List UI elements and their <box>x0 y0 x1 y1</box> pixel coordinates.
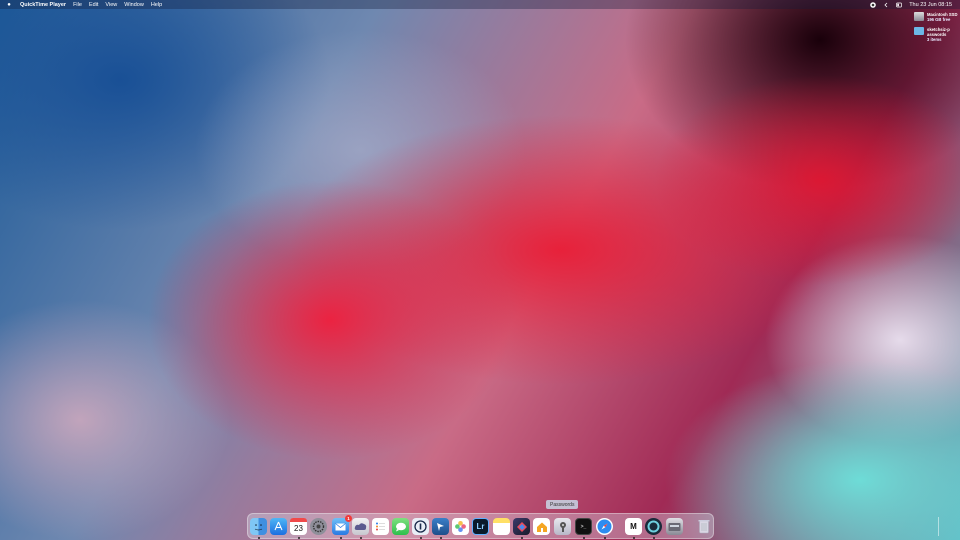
home-icon[interactable] <box>533 518 550 535</box>
gmail-label: M <box>630 522 637 531</box>
notes-icon[interactable] <box>493 518 510 535</box>
apple-logo-icon[interactable]: ● <box>6 2 12 8</box>
terminal-label: >_ <box>580 523 587 530</box>
trash-icon[interactable] <box>695 518 712 535</box>
running-indicator <box>420 537 422 539</box>
terminal-icon[interactable]: >_ <box>575 518 592 535</box>
finder-icon[interactable] <box>250 518 267 535</box>
desktop-disk[interactable]: Macintosh SSD 196 GB free <box>914 12 957 22</box>
disk-utility-icon[interactable] <box>666 518 683 535</box>
dropzone-icon[interactable] <box>513 518 530 535</box>
calendar-icon[interactable]: 23 <box>290 518 307 535</box>
1password-icon[interactable] <box>412 518 429 535</box>
reminders-icon[interactable] <box>372 518 389 535</box>
menu-view[interactable]: View <box>105 2 117 8</box>
running-indicator <box>298 537 300 539</box>
hard-disk-icon <box>914 12 924 21</box>
mail-icon[interactable]: 1 <box>332 515 352 535</box>
running-indicator <box>340 537 342 539</box>
running-indicator <box>604 537 606 539</box>
folder-name: sketchsiz-passwords <box>927 27 950 37</box>
menu-window[interactable]: Window <box>124 2 144 8</box>
app-store-icon[interactable] <box>270 518 287 535</box>
menu-bar: ● QuickTime Player File Edit View Window… <box>0 0 960 9</box>
menu-file[interactable]: File <box>73 2 82 8</box>
chevron-left-icon[interactable] <box>883 2 889 8</box>
status-area: Thu 23 Jun 08:15 <box>870 0 952 9</box>
lightroom-icon[interactable]: Lr <box>472 518 489 535</box>
menu-clock[interactable]: Thu 23 Jun 08:15 <box>909 2 952 8</box>
folder-icon <box>914 27 924 35</box>
pinned-app-icon[interactable] <box>432 518 449 535</box>
gmail-icon[interactable]: M <box>625 518 642 535</box>
running-indicator <box>653 537 655 539</box>
qreate-icon[interactable] <box>645 518 662 535</box>
control-center-icon[interactable] <box>896 2 903 8</box>
passwords-icon[interactable] <box>554 518 571 535</box>
folder-info: 3 items <box>927 37 942 42</box>
menu-help[interactable]: Help <box>151 2 162 8</box>
running-indicator <box>521 537 523 539</box>
settings-icon[interactable] <box>310 518 327 535</box>
disk-info: 196 GB free <box>927 17 951 22</box>
running-indicator <box>583 537 585 539</box>
mail-badge: 1 <box>345 515 352 522</box>
menu-edit[interactable]: Edit <box>89 2 98 8</box>
running-indicator <box>360 537 362 539</box>
record-icon[interactable] <box>870 1 876 8</box>
dock: 23 1 Lr >_ M <box>247 513 939 539</box>
calendar-day: 23 <box>294 524 303 533</box>
dock-separator <box>938 517 939 536</box>
photos-icon[interactable] <box>452 518 469 535</box>
lightroom-label: Lr <box>476 522 485 531</box>
running-indicator <box>440 537 442 539</box>
messages-icon[interactable] <box>392 518 409 535</box>
menu-app-name[interactable]: QuickTime Player <box>20 2 66 8</box>
running-indicator <box>633 537 635 539</box>
dock-tooltip: Passwords <box>546 500 579 509</box>
cloud-app-icon[interactable] <box>352 518 369 535</box>
running-indicator <box>258 537 260 539</box>
safari-icon[interactable] <box>596 518 613 535</box>
desktop-folder[interactable]: sketchsiz-passwords 3 items <box>914 27 951 42</box>
